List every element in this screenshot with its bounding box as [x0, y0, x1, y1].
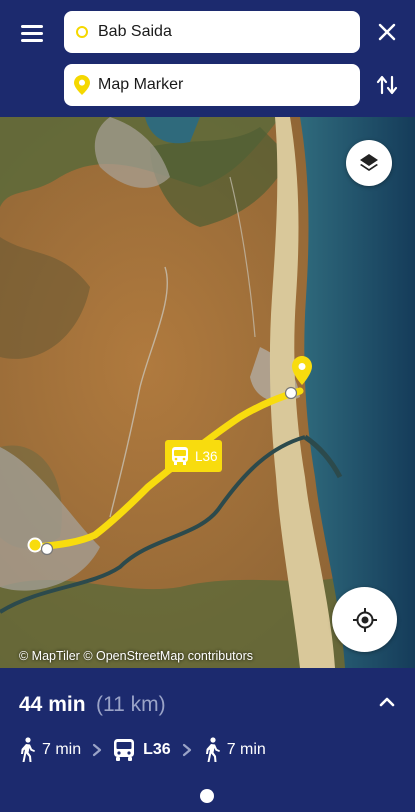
page-indicator[interactable]: [200, 789, 214, 803]
close-icon[interactable]: [375, 20, 399, 44]
origin-field[interactable]: Bab Saida: [64, 11, 360, 53]
walk-icon: [205, 737, 220, 762]
destination-value: Map Marker: [98, 76, 184, 93]
layers-icon: [360, 154, 378, 171]
route-path: [27, 356, 312, 556]
chevron-up-icon[interactable]: [376, 692, 398, 712]
route-line-label: L36: [195, 448, 218, 464]
ring-icon: [76, 26, 88, 38]
stop-marker: [284, 386, 298, 400]
trip-distance: (11 km): [96, 693, 166, 716]
destination-field[interactable]: Map Marker: [64, 64, 360, 106]
chevron-right-icon: [93, 743, 102, 757]
locate-button[interactable]: [332, 587, 397, 652]
menu-icon[interactable]: [18, 22, 46, 44]
swap-icon[interactable]: [376, 73, 398, 97]
walk-icon: [21, 737, 35, 762]
map-view[interactable]: [0, 117, 415, 668]
bus-icon: [114, 739, 135, 761]
step-label: 7 min: [226, 741, 266, 758]
trip-duration: 44 min: [19, 693, 86, 716]
origin-marker: [27, 537, 43, 553]
chevron-right-icon: [182, 743, 191, 757]
destination-pin: [292, 356, 312, 385]
stop-marker: [40, 542, 54, 556]
pin-icon: [74, 75, 90, 95]
route-steps: 7 min L36 7 min: [18, 736, 266, 764]
search-header: Bab Saida Map Marker: [0, 0, 415, 117]
step-label: L36: [143, 741, 171, 758]
bus-icon: [172, 447, 188, 465]
step-label: 7 min: [42, 741, 82, 758]
route-line-badge: L36: [165, 440, 222, 472]
layers-button[interactable]: [346, 140, 392, 186]
crosshair-icon: [352, 607, 377, 632]
origin-value: Bab Saida: [98, 23, 172, 40]
map-attribution: © MapTiler © OpenStreetMap contributors: [19, 649, 254, 663]
